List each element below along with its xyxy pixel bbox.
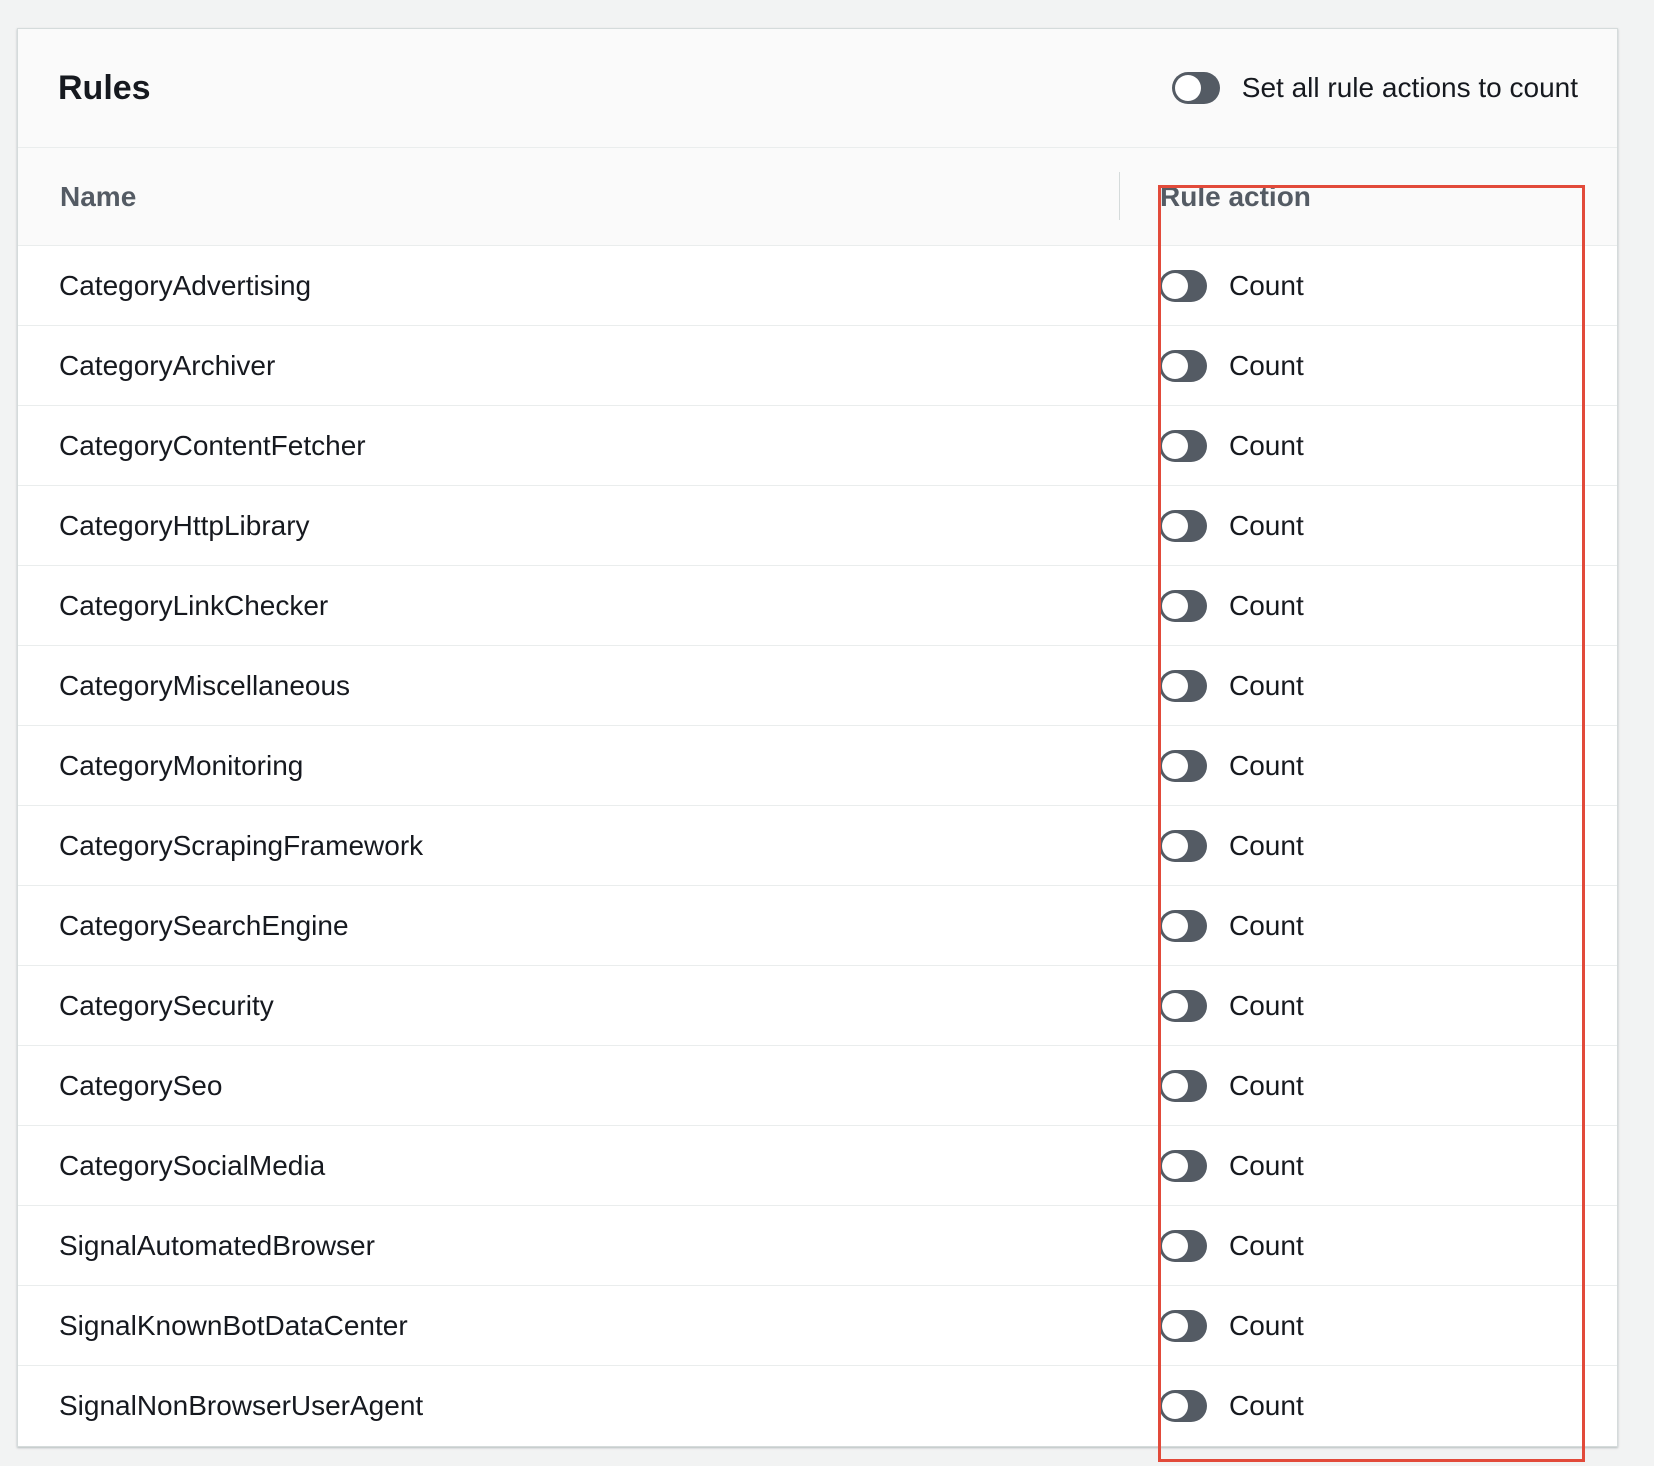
table-row: CategoryMiscellaneous Count — [18, 646, 1617, 726]
rule-action-label: Count — [1229, 830, 1304, 861]
table-row: CategorySearchEngine Count — [18, 886, 1617, 966]
rule-name: CategorySearchEngine — [59, 910, 349, 941]
rule-name: CategoryAdvertising — [59, 270, 312, 301]
rule-action-control: Count — [1159, 1046, 1304, 1126]
rule-action-label: Count — [1229, 1070, 1304, 1101]
rule-action-label: Count — [1229, 590, 1304, 621]
table-row: CategorySecurity Count — [18, 966, 1617, 1046]
table-row: CategoryScrapingFramework Count — [18, 806, 1617, 886]
set-all-count-control: Set all rule actions to count — [1171, 29, 1578, 147]
rule-action-label: Count — [1229, 750, 1304, 781]
rule-action-toggle[interactable] — [1159, 1230, 1207, 1262]
rule-action-toggle[interactable] — [1159, 270, 1207, 302]
rule-name: CategoryMonitoring — [59, 750, 304, 781]
rule-action-control: Count — [1159, 646, 1304, 726]
rules-panel: Rules Set all rule actions to count Name… — [17, 28, 1618, 1462]
rule-action-label: Count — [1229, 350, 1304, 381]
table-row: CategoryAdvertising Count — [18, 246, 1617, 326]
rule-name: CategoryScrapingFramework — [59, 830, 424, 861]
rule-name: CategoryMiscellaneous — [59, 670, 351, 701]
rule-name: CategorySeo — [59, 1070, 223, 1101]
rule-action-label: Count — [1229, 1230, 1304, 1261]
column-divider — [1119, 172, 1120, 220]
rule-action-control: Count — [1159, 726, 1304, 806]
rule-name: CategoryHttpLibrary — [59, 510, 310, 541]
rule-action-label: Count — [1229, 990, 1304, 1021]
rule-action-label: Count — [1229, 1150, 1304, 1181]
table-row: CategorySocialMedia Count — [18, 1126, 1617, 1206]
table-row: SignalAutomatedBrowser Count — [18, 1206, 1617, 1286]
table-row: SignalKnownBotDataCenter Count — [18, 1286, 1617, 1366]
rule-action-control: Count — [1159, 406, 1304, 486]
table-row: CategoryMonitoring Count — [18, 726, 1617, 806]
rules-table-body: CategoryAdvertising Count CategoryArchiver… — [18, 246, 1617, 1446]
rule-action-toggle[interactable] — [1159, 990, 1207, 1022]
rule-action-toggle[interactable] — [1159, 830, 1207, 862]
rule-action-control: Count — [1159, 966, 1304, 1046]
rule-action-control: Count — [1159, 246, 1304, 326]
rule-action-toggle[interactable] — [1159, 1070, 1207, 1102]
rule-action-toggle[interactable] — [1159, 590, 1207, 622]
rule-name: SignalAutomatedBrowser — [59, 1230, 375, 1261]
rule-action-control: Count — [1159, 566, 1304, 646]
rule-action-control: Count — [1159, 326, 1304, 406]
table-row: CategoryHttpLibrary Count — [18, 486, 1617, 566]
table-row: CategorySeo Count — [18, 1046, 1617, 1126]
rule-action-control: Count — [1159, 1366, 1304, 1446]
rule-name: CategoryContentFetcher — [59, 430, 366, 461]
table-row: CategoryContentFetcher Count — [18, 406, 1617, 486]
rule-name: CategorySecurity — [59, 990, 274, 1021]
rule-action-label: Count — [1229, 510, 1304, 541]
rule-action-control: Count — [1159, 1126, 1304, 1206]
rule-action-label: Count — [1229, 1390, 1304, 1421]
rule-action-control: Count — [1159, 1206, 1304, 1286]
rule-action-label: Count — [1229, 270, 1304, 301]
table-header: Name Rule action — [18, 148, 1617, 246]
rule-action-control: Count — [1159, 886, 1304, 966]
rule-action-control: Count — [1159, 806, 1304, 886]
column-header-rule-action: Rule action — [1160, 181, 1311, 212]
rule-action-toggle[interactable] — [1159, 1390, 1207, 1422]
rule-action-toggle[interactable] — [1159, 1310, 1207, 1342]
rule-action-label: Count — [1229, 430, 1304, 461]
table-row: CategoryArchiver Count — [18, 326, 1617, 406]
rule-action-toggle[interactable] — [1159, 910, 1207, 942]
rule-name: SignalNonBrowserUserAgent — [59, 1390, 424, 1421]
rule-action-toggle[interactable] — [1159, 750, 1207, 782]
panel-title: Rules — [58, 69, 151, 107]
table-row: CategoryLinkChecker Count — [18, 566, 1617, 646]
rule-action-label: Count — [1229, 1310, 1304, 1341]
rule-name: CategorySocialMedia — [59, 1150, 326, 1181]
rule-action-control: Count — [1159, 486, 1304, 566]
column-header-name: Name — [60, 181, 137, 212]
rule-action-toggle[interactable] — [1159, 510, 1207, 542]
rule-action-toggle[interactable] — [1159, 350, 1207, 382]
set-all-count-label: Set all rule actions to count — [1241, 72, 1578, 103]
rule-action-label: Count — [1229, 670, 1304, 701]
rule-name: SignalKnownBotDataCenter — [59, 1310, 408, 1341]
rule-action-toggle[interactable] — [1159, 670, 1207, 702]
set-all-count-toggle[interactable] — [1171, 72, 1220, 104]
rule-action-label: Count — [1229, 910, 1304, 941]
table-row: SignalNonBrowserUserAgent Count — [18, 1366, 1617, 1446]
rule-action-toggle[interactable] — [1159, 1150, 1207, 1182]
rule-action-control: Count — [1159, 1286, 1304, 1366]
panel-header: Rules Set all rule actions to count — [18, 29, 1617, 148]
rule-name: CategoryLinkChecker — [59, 590, 329, 621]
rule-name: CategoryArchiver — [59, 350, 276, 381]
rule-action-toggle[interactable] — [1159, 430, 1207, 462]
